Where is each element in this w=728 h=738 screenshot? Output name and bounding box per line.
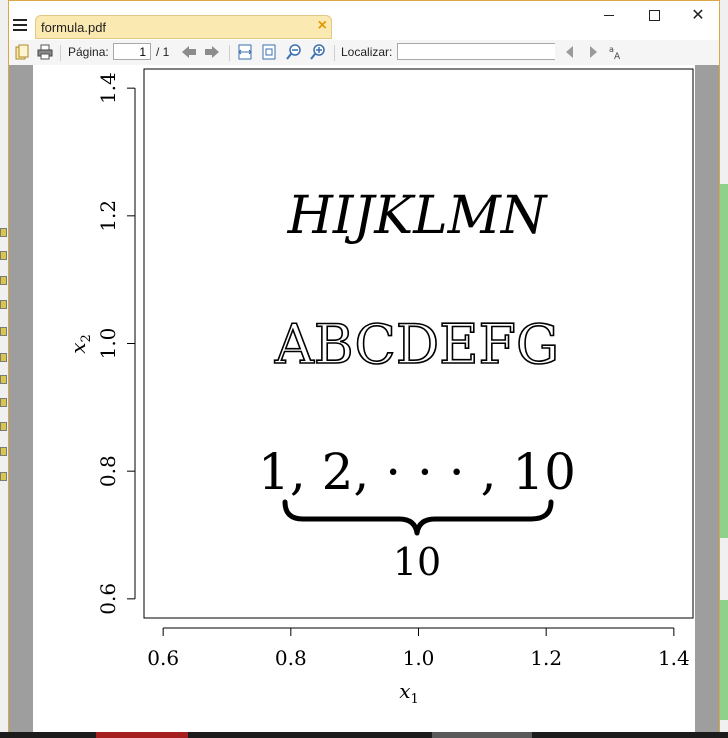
y-axis: 0.6 0.8 1.0 1.2 1.4 (96, 72, 136, 615)
tab-title: formula.pdf (41, 20, 107, 35)
toolbar: Página: / 1 Localizar: a (9, 40, 719, 66)
x-axis: 0.6 0.8 1.0 1.2 1.4 (147, 627, 690, 670)
menu-icon[interactable] (13, 19, 27, 33)
print-icon[interactable] (37, 44, 53, 60)
background-file-icon (0, 447, 7, 456)
background-app-right-edge (720, 0, 728, 738)
underbrace (282, 499, 554, 536)
maximize-button[interactable] (639, 7, 669, 25)
x-axis-label: x1 (399, 679, 419, 707)
background-file-icon (0, 353, 7, 362)
y-tick-label: 0.8 (96, 455, 120, 487)
prev-page-icon[interactable] (181, 44, 197, 60)
x-tick-label: 0.8 (275, 646, 307, 670)
calligraphic-letters: HIJKLMN (287, 186, 548, 246)
x-tick-label: 1.2 (530, 646, 562, 670)
find-next-icon[interactable] (585, 44, 601, 60)
close-button[interactable]: ✕ (683, 7, 713, 25)
next-page-icon[interactable] (204, 44, 220, 60)
page-total: / 1 (156, 45, 170, 59)
zoom-out-icon[interactable] (286, 44, 302, 60)
sequence-formula: 1, 2, · · · , 10 (258, 443, 576, 501)
underbrace-label: 10 (393, 540, 441, 584)
background-file-icon (0, 422, 7, 431)
search-input[interactable] (397, 43, 555, 60)
taskbar (0, 732, 728, 738)
background-file-icon (0, 472, 7, 481)
background-file-icon (0, 327, 7, 336)
fit-page-icon[interactable] (261, 44, 277, 60)
y-tick-label: 1.4 (96, 72, 120, 104)
title-bar: formula.pdf × ✕ (9, 1, 719, 40)
y-axis-label: x2 (66, 334, 94, 354)
background-file-icon (0, 300, 7, 309)
match-case-icon[interactable]: a A (609, 44, 625, 60)
svg-text:A: A (614, 52, 621, 60)
search-label: Localizar: (341, 45, 393, 59)
open-icon[interactable] (14, 44, 30, 60)
blackboard-letters: ABCDEFG (274, 313, 559, 376)
x-tick-label: 0.6 (147, 646, 179, 670)
page-label: Página: (68, 45, 109, 59)
tab-close-icon[interactable]: × (318, 17, 327, 35)
formula-plot: 0.6 0.8 1.0 1.2 1.4 0.6 0.8 1.0 1.2 1.4 x1 x2 HI… (66, 68, 694, 707)
y-tick-label: 1.0 (96, 328, 120, 360)
page-number-input[interactable] (113, 43, 151, 60)
document-tab[interactable]: formula.pdf × (35, 15, 332, 39)
fit-width-icon[interactable] (237, 44, 253, 60)
x-tick-label: 1.0 (403, 646, 435, 670)
minimize-button[interactable] (594, 7, 624, 25)
y-tick-label: 0.6 (96, 583, 120, 615)
background-file-icon (0, 251, 7, 260)
zoom-in-icon[interactable] (310, 44, 326, 60)
x-tick-label: 1.4 (658, 646, 690, 670)
toolbar-separator (229, 45, 230, 61)
background-file-icon (0, 276, 7, 285)
document-viewer[interactable]: 0.6 0.8 1.0 1.2 1.4 0.6 0.8 1.0 1.2 1.4 x1 x2 HI… (9, 65, 719, 732)
toolbar-separator (60, 45, 61, 61)
pdf-page: 0.6 0.8 1.0 1.2 1.4 0.6 0.8 1.0 1.2 1.4 x1 x2 HI… (33, 65, 695, 732)
toolbar-separator (334, 45, 335, 61)
find-prev-icon[interactable] (562, 44, 578, 60)
background-file-icon (0, 398, 7, 407)
background-app-left-edge (0, 0, 8, 738)
background-file-icon (0, 375, 7, 384)
background-file-icon (0, 228, 7, 237)
pdf-viewer-window: formula.pdf × ✕ Página: / 1 (8, 0, 720, 732)
y-tick-label: 1.2 (96, 200, 120, 232)
